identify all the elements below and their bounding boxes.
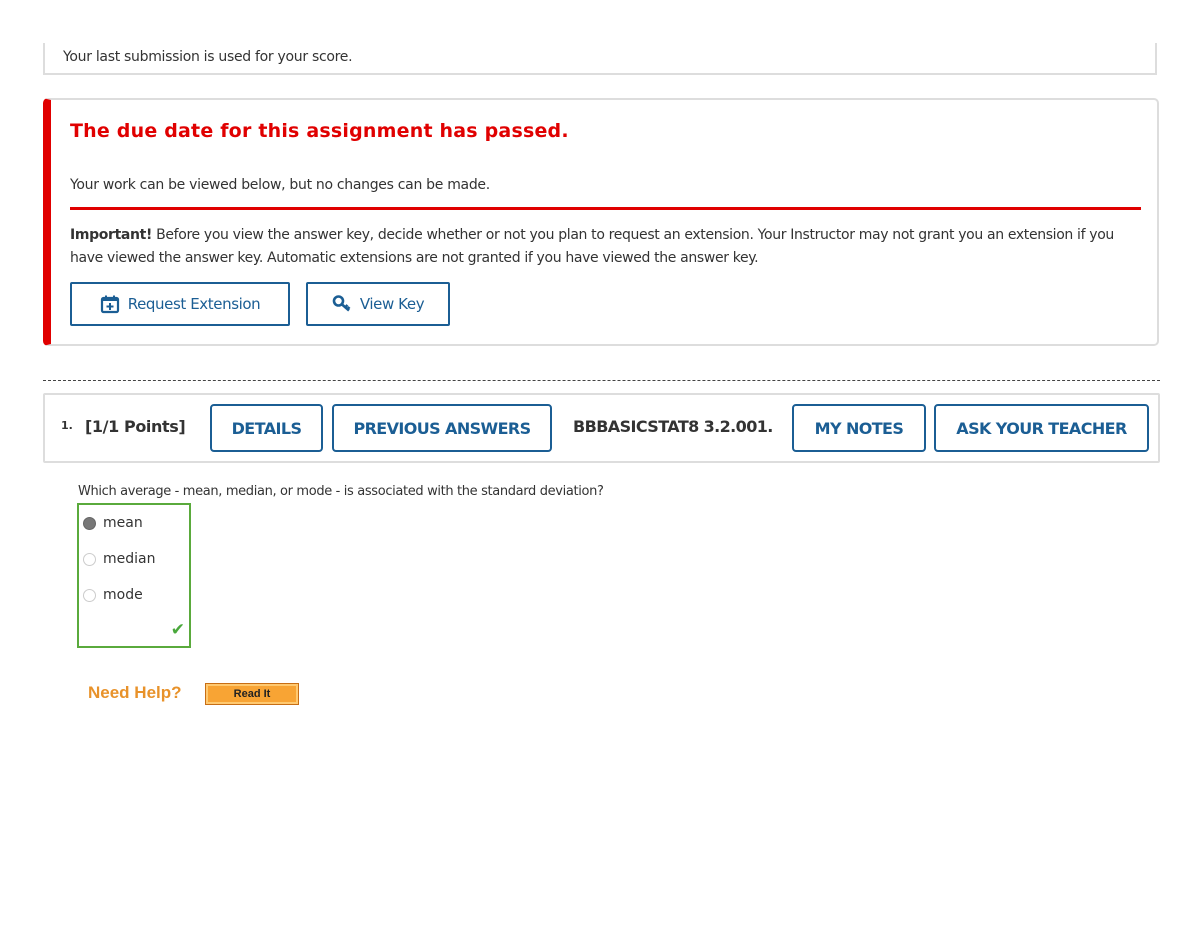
question-points: [1/1 Points] bbox=[85, 417, 186, 436]
answer-choices: mean median mode ✔ bbox=[77, 503, 191, 648]
request-extension-button[interactable]: Request Extension bbox=[70, 282, 290, 326]
details-button[interactable]: DETAILS bbox=[210, 404, 323, 452]
important-label: Important! bbox=[70, 227, 153, 243]
option-mean[interactable]: mean bbox=[83, 515, 143, 531]
alert-title: The due date for this assignment has pas… bbox=[70, 120, 569, 142]
due-date-alert: The due date for this assignment has pas… bbox=[43, 98, 1159, 346]
read-it-button[interactable]: Read It bbox=[205, 683, 299, 705]
ask-your-teacher-button[interactable]: ASK YOUR TEACHER bbox=[934, 404, 1149, 452]
submission-note: Your last submission is used for your sc… bbox=[63, 49, 353, 65]
question-code: BBBASICSTAT8 3.2.001. bbox=[573, 417, 773, 436]
option-median[interactable]: median bbox=[83, 551, 155, 567]
alert-divider bbox=[70, 207, 1141, 210]
need-help-label: Need Help? bbox=[88, 683, 182, 702]
question-number: 1. bbox=[61, 419, 73, 432]
correct-check-icon: ✔ bbox=[170, 620, 185, 640]
radio-median[interactable] bbox=[83, 552, 96, 566]
option-label: mode bbox=[103, 587, 143, 603]
calendar-plus-icon bbox=[100, 295, 119, 314]
option-mode[interactable]: mode bbox=[83, 587, 143, 603]
question-header: 1. [1/1 Points] DETAILS PREVIOUS ANSWERS… bbox=[43, 393, 1160, 463]
request-extension-label: Request Extension bbox=[127, 295, 261, 313]
question-text: Which average - mean, median, or mode - … bbox=[78, 484, 604, 499]
key-icon bbox=[332, 295, 351, 312]
alert-subtitle: Your work can be viewed below, but no ch… bbox=[70, 177, 490, 193]
view-key-label: View Key bbox=[359, 295, 425, 313]
option-label: median bbox=[103, 551, 156, 567]
radio-mode[interactable] bbox=[83, 588, 96, 602]
important-notice: Important! Before you view the answer ke… bbox=[70, 224, 1130, 270]
my-notes-button[interactable]: MY NOTES bbox=[792, 404, 926, 452]
radio-mean[interactable] bbox=[83, 516, 96, 530]
important-text: Before you view the answer key, decide w… bbox=[70, 227, 1114, 266]
option-label: mean bbox=[103, 515, 143, 531]
section-divider bbox=[43, 380, 1160, 381]
submission-note-box: Your last submission is used for your sc… bbox=[43, 43, 1157, 75]
previous-answers-button[interactable]: PREVIOUS ANSWERS bbox=[332, 404, 552, 452]
view-key-button[interactable]: View Key bbox=[306, 282, 450, 326]
